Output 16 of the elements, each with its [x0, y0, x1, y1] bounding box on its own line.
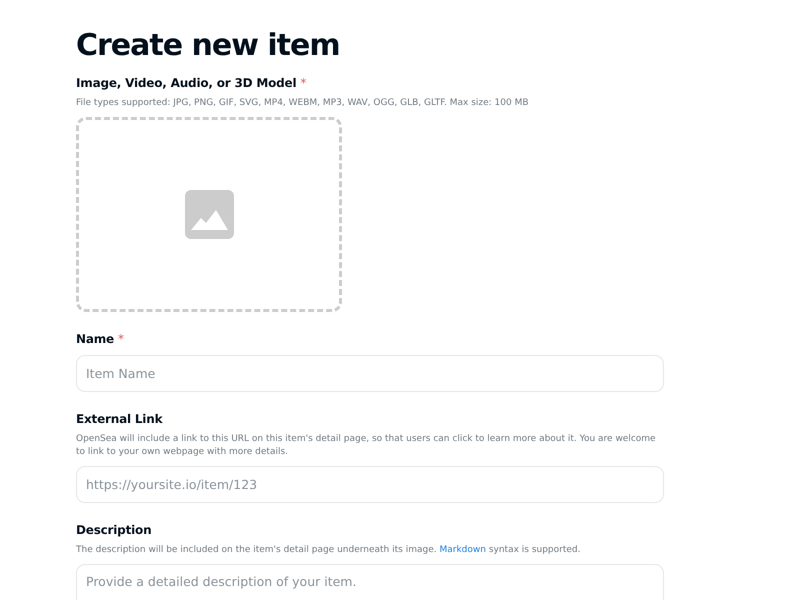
image-icon — [184, 190, 234, 239]
markdown-link[interactable]: Markdown — [439, 545, 486, 555]
page-title: Create new item — [76, 27, 340, 65]
field-hint: OpenSea will include a link to this URL on this item's detail page, so that users can click to learn more about it. You are welcome to link to your own webpage with more details. — [76, 433, 657, 459]
input-field[interactable]: https://yoursite.io/item/123 — [76, 466, 664, 503]
field-label: Description — [76, 522, 152, 539]
field-hint: File types supported: JPG, PNG, GIF, SVG, MP4, WEBM, MP3, WAV, OGG, GLB, GLTF. Max size: 100 MB — [76, 97, 530, 110]
required-asterisk: * — [118, 331, 124, 348]
textarea-field[interactable]: Provide a detailed description of your item. — [76, 564, 664, 600]
field-hint: The description will be included on the item's detail page underneath its image. Markdown syntax is supported. — [76, 544, 582, 557]
field-label: External Link — [76, 411, 162, 428]
input-field[interactable]: Item Name — [76, 355, 664, 392]
upload-dropzone[interactable] — [76, 117, 342, 312]
required-asterisk: * — [300, 75, 306, 92]
field-label: Name — [76, 331, 114, 348]
field-label: Image, Video, Audio, or 3D Model — [76, 75, 296, 92]
